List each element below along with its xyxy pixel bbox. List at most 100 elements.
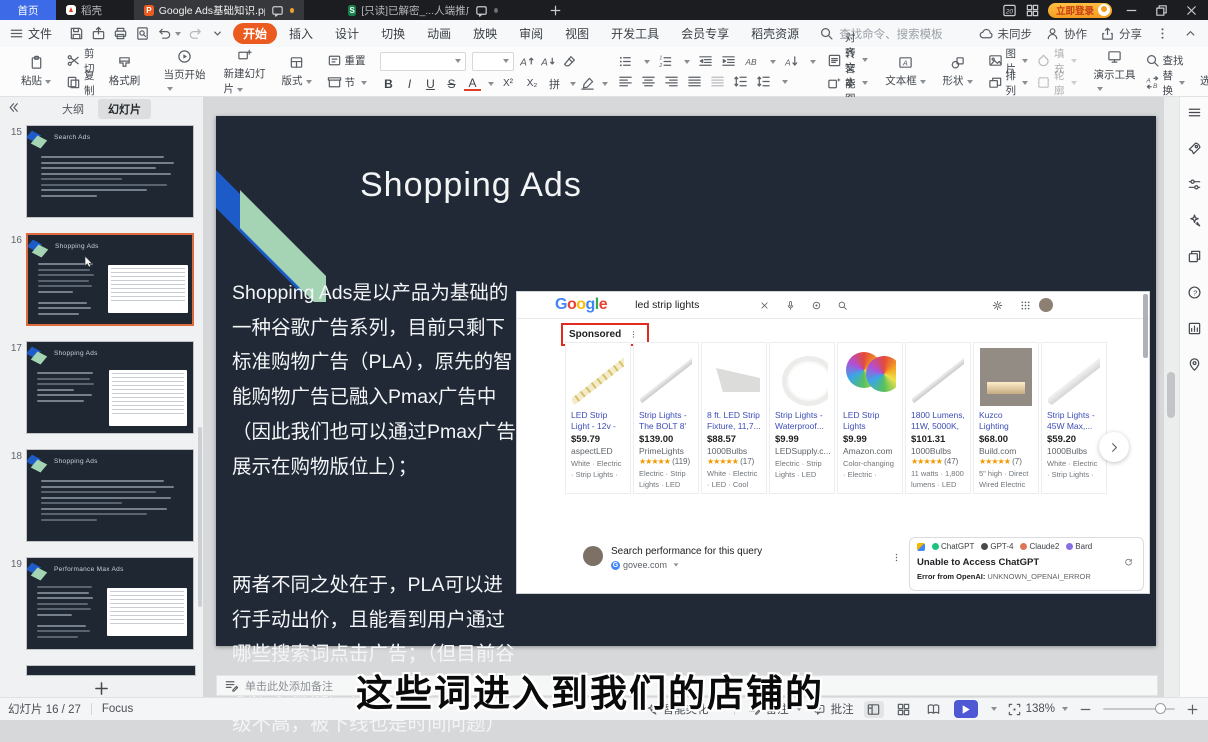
tab-slides[interactable]: 幻灯片 <box>98 99 151 119</box>
copy-button[interactable]: 复制 <box>63 74 98 92</box>
properties-sliders-icon[interactable] <box>1187 177 1202 192</box>
product-title[interactable]: Kuzco Lighting EW71305... <box>974 410 1038 432</box>
save-icon[interactable] <box>69 26 84 41</box>
decrease-indent-icon[interactable] <box>698 54 713 69</box>
pinyin-button[interactable]: 拼 <box>546 76 563 92</box>
ai-tab-Bard[interactable]: Bard <box>1066 542 1092 551</box>
undo-icon[interactable] <box>157 26 172 41</box>
apps-grid-icon[interactable] <box>1020 299 1031 310</box>
highlight-icon[interactable] <box>580 76 595 91</box>
superscript-button[interactable]: X² <box>498 78 518 89</box>
menu-tab-审阅[interactable]: 审阅 <box>509 23 553 44</box>
product-card-4[interactable]: Strip Lights - Waterproof...$9.99LEDSupp… <box>769 342 835 494</box>
location-badge-icon[interactable] <box>1187 357 1202 372</box>
presentation-tools-button[interactable]: 演示工具 <box>1090 50 1140 94</box>
rocket-icon[interactable] <box>1187 141 1202 156</box>
export-icon[interactable] <box>91 26 106 41</box>
font-size-select[interactable] <box>472 52 514 71</box>
zoom-slider[interactable] <box>1103 708 1175 710</box>
increase-font-icon[interactable]: A <box>520 54 535 69</box>
italic-button[interactable]: I <box>401 77 418 91</box>
zoom-out-icon[interactable] <box>1078 702 1093 717</box>
tab-docer[interactable]: 稻壳 <box>56 0 134 20</box>
share-button[interactable]: 分享 <box>1100 26 1142 42</box>
print-preview-icon[interactable] <box>135 26 150 41</box>
restore-button[interactable] <box>1150 0 1172 20</box>
slide-thumbnail-17[interactable]: 17Shopping Ads <box>0 341 203 434</box>
redo-icon[interactable] <box>188 26 203 41</box>
product-title[interactable]: 8 ft. LED Strip Fixture, 11,7... <box>702 410 766 432</box>
replace-button[interactable]: AB替换 <box>1142 74 1189 92</box>
font-family-select[interactable] <box>380 52 466 71</box>
slide-paragraph-1[interactable]: Shopping Ads是以产品为基础的一种谷歌广告系列，目前只剩下标准购物广告… <box>232 276 519 484</box>
textbox-button[interactable]: A文本框 <box>881 50 931 94</box>
decrease-font-icon[interactable]: A <box>541 54 556 69</box>
character-spacing-icon[interactable]: AB <box>744 54 759 69</box>
product-title[interactable]: 1800 Lumens, 11W, 5000K, ... <box>906 410 970 432</box>
footer-site[interactable]: G govee.com <box>611 560 762 570</box>
scrollbar-thumb[interactable] <box>1167 372 1175 418</box>
menu-tab-会员专享[interactable]: 会员专享 <box>671 23 739 44</box>
close-button[interactable] <box>1180 0 1202 20</box>
product-title[interactable]: LED Strip Lights 32.8ft,... <box>838 410 902 432</box>
duplicate-slides-icon[interactable] <box>1187 249 1202 264</box>
paste-button[interactable]: 粘贴 <box>11 50 61 94</box>
font-color-button[interactable]: A <box>464 77 481 91</box>
google-avatar[interactable] <box>1039 298 1053 312</box>
bold-button[interactable]: B <box>380 77 397 91</box>
product-card-6[interactable]: 1800 Lumens, 11W, 5000K, ...$101.311000B… <box>905 342 971 494</box>
zoom-knob[interactable] <box>1155 703 1166 714</box>
select-button[interactable]: 选择 <box>1190 50 1208 94</box>
ai-tab-GPT-4[interactable]: GPT-4 <box>981 542 1013 551</box>
carousel-next-button[interactable] <box>1099 432 1129 462</box>
rail-menu-icon[interactable] <box>1187 105 1202 120</box>
mic-icon[interactable] <box>785 300 796 311</box>
focus-mode-label[interactable]: Focus <box>102 703 133 715</box>
ai-tab-ChatGPT[interactable]: ChatGPT <box>932 542 974 551</box>
canvas-scrollbar[interactable] <box>1164 97 1179 697</box>
collaborate-button[interactable]: 协作 <box>1045 26 1087 42</box>
align-center-icon[interactable] <box>641 74 656 89</box>
distribute-icon[interactable] <box>710 74 725 89</box>
product-card-5[interactable]: LED Strip Lights 32.8ft,...$9.99Amazon.c… <box>837 342 903 494</box>
smart-graphic-button[interactable]: 转智能图形 <box>824 74 871 92</box>
file-menu[interactable]: 文件 <box>0 25 61 42</box>
menu-tab-动画[interactable]: 动画 <box>417 23 461 44</box>
slide-thumbnail-18[interactable]: 18Shopping Ads <box>0 449 203 542</box>
subscript-button[interactable]: X₂ <box>522 78 542 89</box>
collapse-ribbon-icon[interactable] <box>1183 26 1198 41</box>
slideshow-play-button[interactable] <box>954 700 978 718</box>
menu-tab-稻壳资源[interactable]: 稻壳资源 <box>741 23 809 44</box>
search-query[interactable]: led strip lights <box>635 299 699 311</box>
menu-tab-视图[interactable]: 视图 <box>555 23 599 44</box>
bullet-list-icon[interactable] <box>618 54 633 69</box>
clear-format-icon[interactable] <box>562 54 577 69</box>
reset-button[interactable]: 重置 <box>324 52 371 70</box>
chart-icon[interactable] <box>1187 321 1202 336</box>
line-spacing-icon[interactable] <box>733 74 748 89</box>
toolbar-options-icon[interactable] <box>210 26 225 41</box>
format-painter-button[interactable]: 格式刷 <box>100 50 150 94</box>
outline-button[interactable]: 轮廓 <box>1033 74 1080 92</box>
tab-home[interactable]: 首页 <box>0 0 56 20</box>
product-card-1[interactable]: LED Strip Light - 12v - Flexib...$59.79a… <box>565 342 631 494</box>
search-icon[interactable] <box>837 300 848 311</box>
shapes-button[interactable]: 形状 <box>933 50 983 94</box>
tab-sheet[interactable]: S [只读]已解密_...人端推广种草bf <box>338 0 508 20</box>
new-slide-button[interactable]: 新建幻灯片 <box>220 50 270 94</box>
print-icon[interactable] <box>113 26 128 41</box>
menu-tab-开始[interactable]: 开始 <box>233 23 277 44</box>
product-card-3[interactable]: 8 ft. LED Strip Fixture, 11,7...$88.5710… <box>701 342 767 494</box>
increase-indent-icon[interactable] <box>721 54 736 69</box>
gear-icon[interactable] <box>992 299 1003 310</box>
menu-tab-放映[interactable]: 放映 <box>463 23 507 44</box>
tab-document-active[interactable]: P Google Ads基础知识.pptx <box>134 0 304 20</box>
product-title[interactable]: Strip Lights - Waterproof... <box>770 410 834 432</box>
align-left-icon[interactable] <box>618 74 633 89</box>
new-tab-button[interactable] <box>538 0 573 20</box>
ai-tab-Claude2[interactable]: Claude2 <box>1020 542 1059 551</box>
more-options-icon[interactable] <box>1155 26 1170 41</box>
menu-tab-切换[interactable]: 切换 <box>371 23 415 44</box>
layout-button[interactable]: 版式 <box>272 50 322 94</box>
slide-16[interactable]: Shopping Ads Shopping Ads是以产品为基础的一种谷歌广告系… <box>216 116 1156 646</box>
